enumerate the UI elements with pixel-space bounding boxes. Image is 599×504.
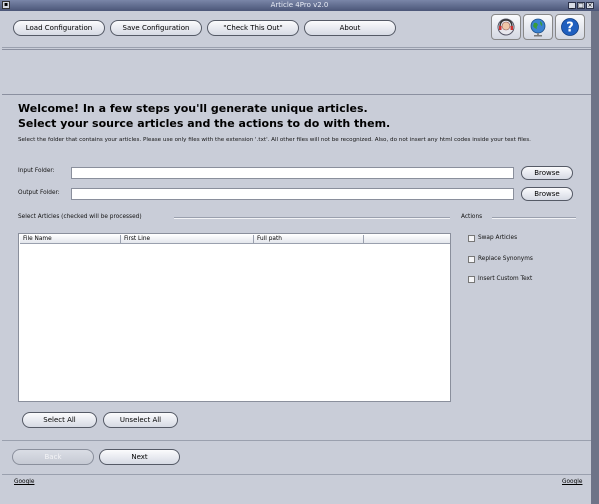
window-title: Article 4Pro v2.0 — [270, 1, 329, 9]
replace-synonyms-checkbox[interactable] — [468, 256, 475, 263]
web-button[interactable] — [523, 14, 553, 40]
desktop-edge — [591, 11, 599, 504]
select-all-button[interactable]: Select All — [22, 412, 97, 428]
minimize-button[interactable]: _ — [568, 2, 576, 9]
unselect-all-button[interactable]: Unselect All — [103, 412, 178, 428]
actions-section-label: Actions — [461, 214, 483, 220]
welcome-subheading: Select your source articles and the acti… — [18, 117, 391, 130]
column-header-extra[interactable] — [364, 235, 450, 244]
output-folder-field[interactable] — [71, 188, 514, 200]
articles-section-rule — [174, 217, 450, 219]
column-header-full-path[interactable]: Full path — [254, 235, 364, 244]
input-browse-button[interactable]: Browse — [521, 166, 573, 180]
close-button[interactable]: × — [586, 2, 594, 9]
navigation-divider — [2, 440, 591, 441]
globe-icon — [530, 18, 546, 37]
status-bar — [2, 474, 591, 495]
google-link-right[interactable]: Google — [562, 479, 582, 485]
google-link-left[interactable]: Google — [14, 479, 34, 485]
check-this-out-button[interactable]: "Check This Out" — [207, 20, 299, 36]
swap-articles-checkbox[interactable] — [468, 235, 475, 242]
support-agent-icon — [497, 18, 515, 36]
insert-custom-text-label[interactable]: Insert Custom Text — [478, 276, 532, 282]
articles-table[interactable]: File Name First Line Full path — [18, 233, 451, 402]
replace-synonyms-label[interactable]: Replace Synonyms — [478, 256, 533, 262]
support-button[interactable] — [491, 14, 521, 40]
maximize-button[interactable]: □ — [577, 2, 585, 9]
column-header-first-line[interactable]: First Line — [121, 235, 254, 244]
instructions-text: Select the folder that contains your art… — [18, 137, 531, 143]
load-configuration-button[interactable]: Load Configuration — [13, 20, 105, 36]
output-browse-button[interactable]: Browse — [521, 187, 573, 201]
output-folder-label: Output Folder: — [18, 190, 60, 196]
about-button[interactable]: About — [304, 20, 396, 36]
actions-section-rule — [492, 217, 576, 219]
save-configuration-button[interactable]: Save Configuration — [110, 20, 202, 36]
column-header-file-name[interactable]: File Name — [20, 235, 121, 244]
next-button[interactable]: Next — [99, 449, 180, 465]
input-folder-label: Input Folder: — [18, 168, 55, 174]
articles-section-label: Select Articles (checked will be process… — [18, 214, 142, 220]
toolbar-divider — [2, 47, 591, 48]
banner-panel — [2, 49, 591, 95]
swap-articles-label[interactable]: Swap Articles — [478, 235, 517, 241]
help-button[interactable]: ? — [555, 14, 585, 40]
input-folder-field[interactable] — [71, 167, 514, 179]
insert-custom-text-checkbox[interactable] — [468, 276, 475, 283]
back-button[interactable]: Back — [12, 449, 94, 465]
welcome-heading: Welcome! In a few steps you'll generate … — [18, 102, 368, 115]
help-icon: ? — [561, 18, 579, 36]
svg-text:?: ? — [566, 21, 574, 36]
